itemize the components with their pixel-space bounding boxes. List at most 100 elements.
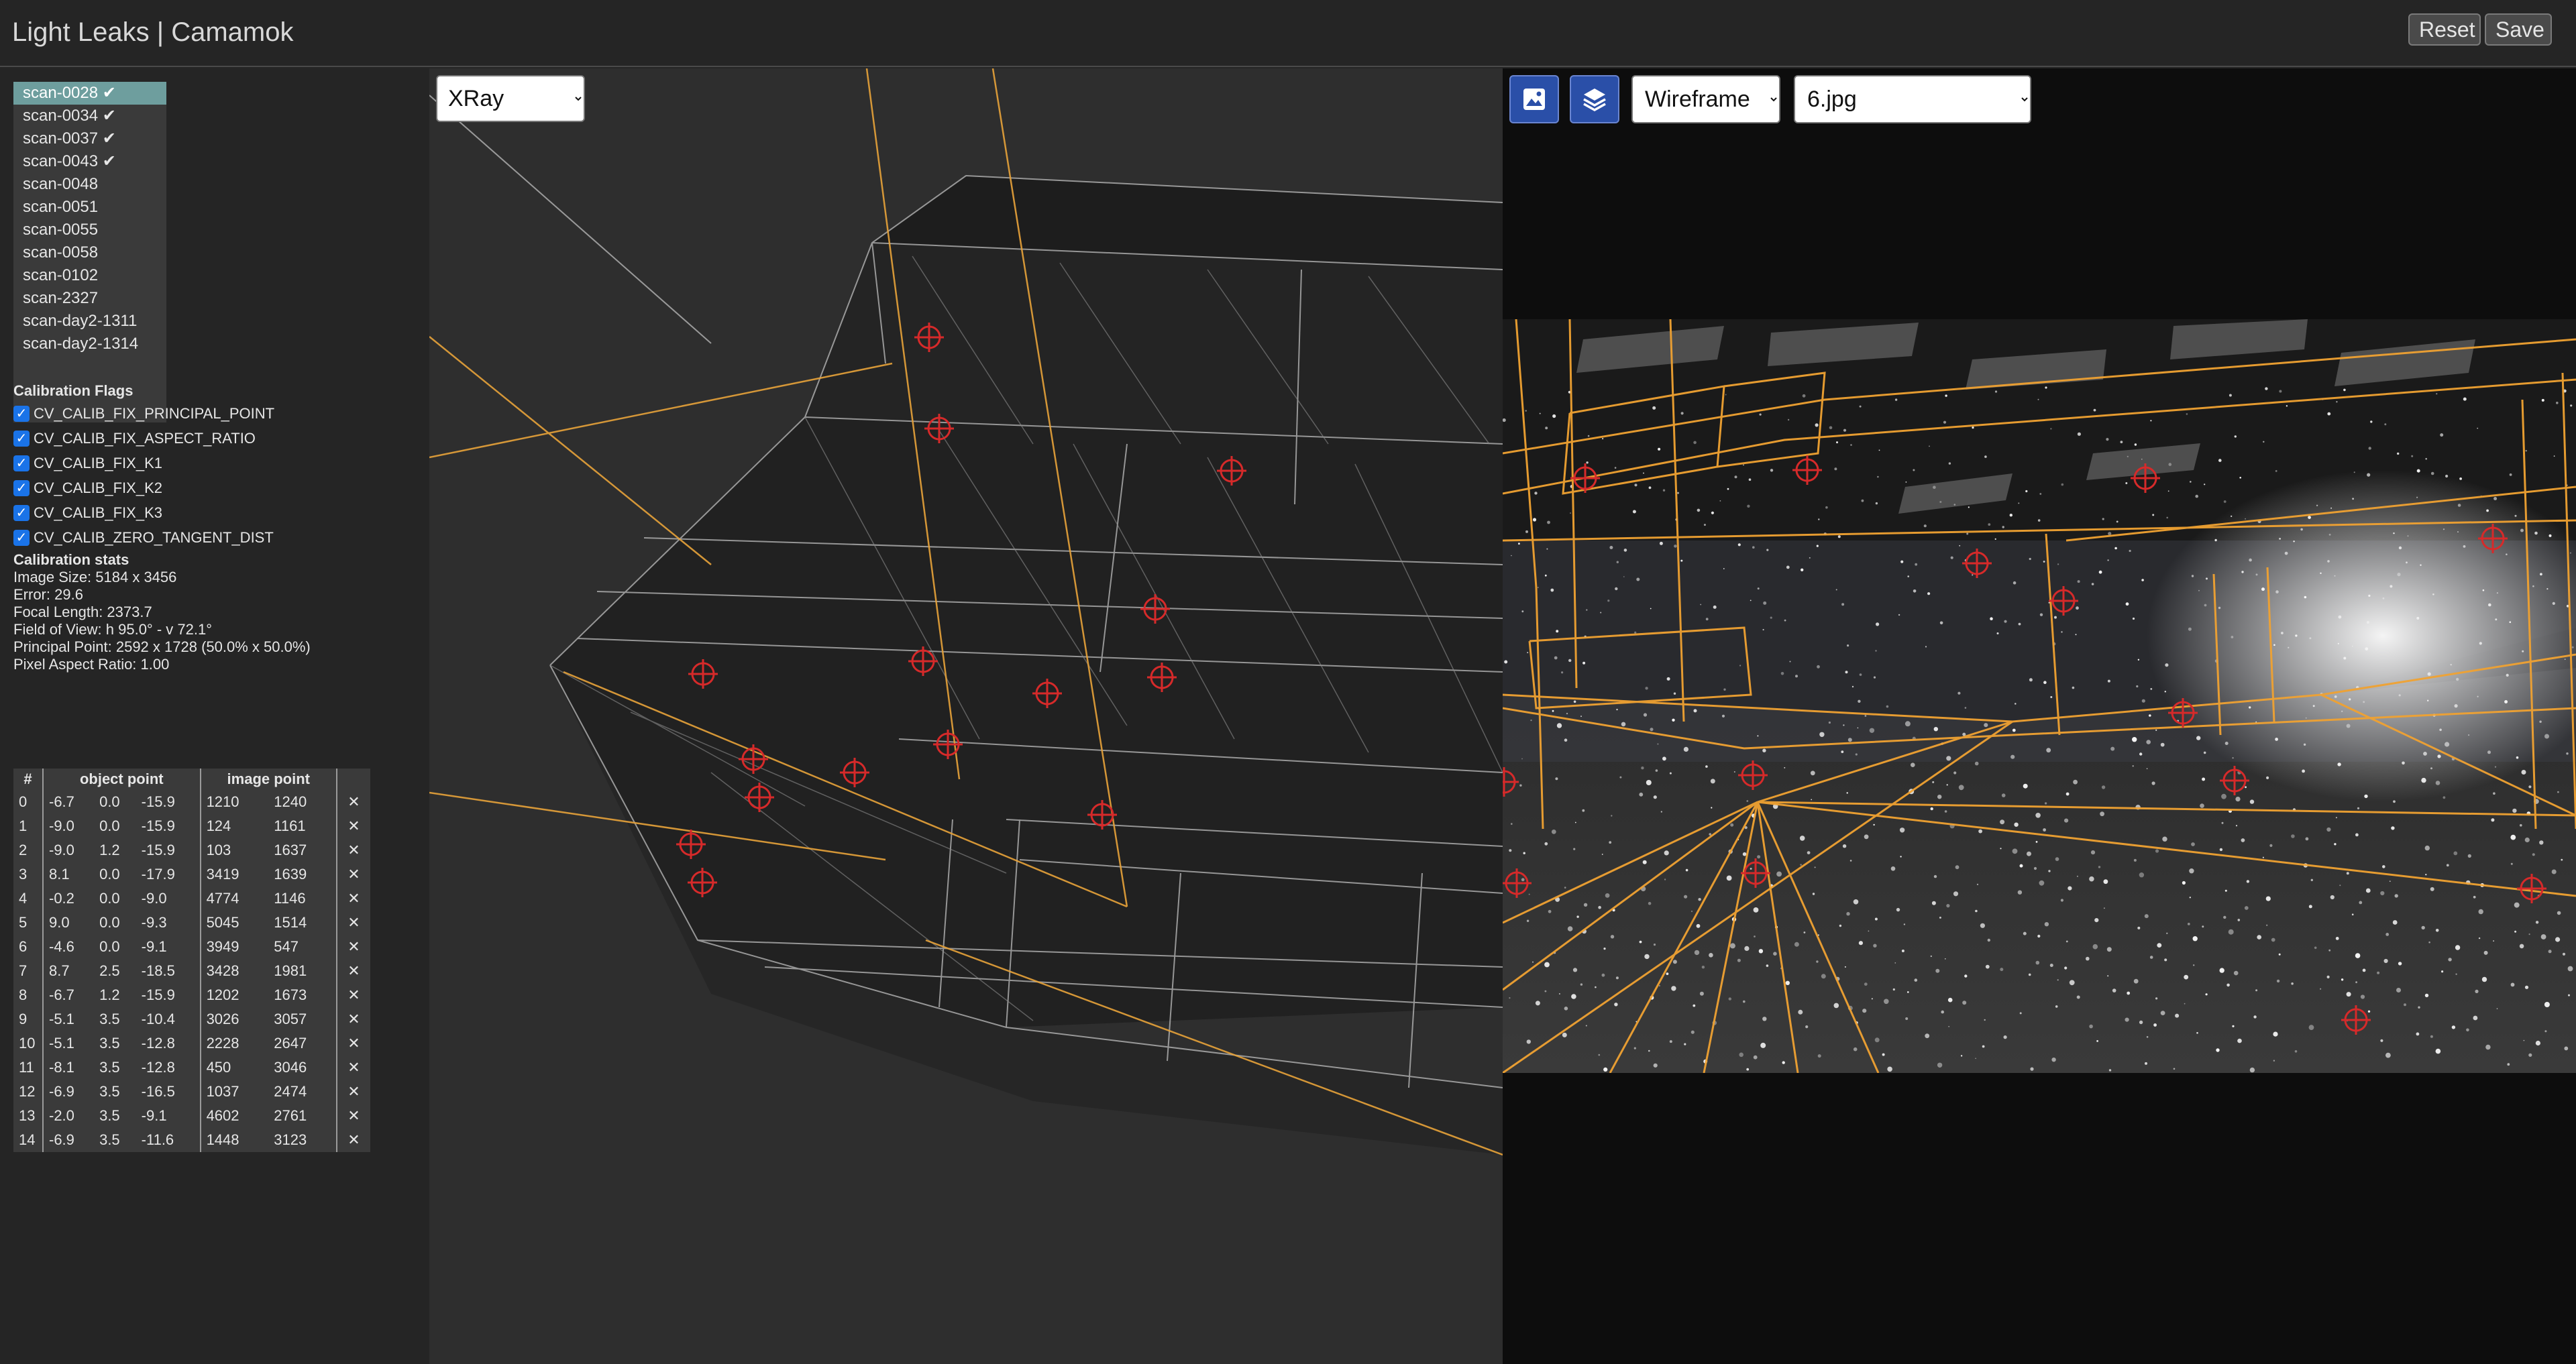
cell-i: 7 [19, 962, 28, 979]
save-button[interactable]: Save [2485, 13, 2552, 46]
view-mode-select[interactable]: XRay [436, 75, 585, 122]
cell-oy: 3.5 [99, 1083, 120, 1100]
image-viewport[interactable]: Wireframe 6.jpg [1503, 68, 2576, 1364]
delete-point-button[interactable]: ✕ [336, 1128, 370, 1152]
scan-list-item[interactable]: scan-0037 ✔ [13, 127, 166, 150]
delete-point-button[interactable]: ✕ [336, 935, 370, 959]
delete-point-button[interactable]: ✕ [336, 814, 370, 838]
scan-list-item[interactable]: scan-2327 [13, 287, 166, 310]
calibration-flag-row[interactable]: ✓ CV_CALIB_FIX_ASPECT_RATIO [13, 426, 274, 451]
calibration-flag-row[interactable]: ✓ CV_CALIB_FIX_K1 [13, 451, 274, 475]
calibration-flag-row[interactable]: ✓ CV_CALIB_FIX_K3 [13, 500, 274, 525]
cell-ox: 8.7 [42, 959, 95, 983]
cell-ox: 8.1 [42, 862, 95, 887]
cell-oy: 0.0 [99, 866, 120, 883]
delete-point-button[interactable]: ✕ [336, 983, 370, 1007]
cell-ox: 9.0 [42, 911, 95, 935]
wireframe-model[interactable] [429, 68, 1503, 1364]
cell-oz: -9.3 [141, 914, 167, 931]
image-select[interactable]: 6.jpg [1794, 75, 2031, 123]
cell-oy: 0.0 [99, 793, 120, 810]
cell-oz: -9.1 [141, 938, 167, 955]
cell-i: 9 [19, 1011, 28, 1027]
model-viewport[interactable]: XRay [429, 68, 1503, 1364]
cell-i: 6 [19, 938, 28, 955]
cell-ox: -8.1 [42, 1056, 95, 1080]
delete-point-button[interactable]: ✕ [336, 1031, 370, 1056]
cell-ox: -9.0 [42, 814, 95, 838]
layers-toggle-button[interactable] [1570, 75, 1619, 123]
calibration-flag-row[interactable]: ✓ CV_CALIB_FIX_PRINCIPAL_POINT [13, 401, 274, 426]
delete-point-button[interactable]: ✕ [336, 838, 370, 862]
reset-button[interactable]: Reset [2408, 13, 2481, 46]
table-row: 1 -9.0 0.0 -15.9 124 1161 ✕ [13, 814, 370, 838]
delete-point-button[interactable]: ✕ [336, 1007, 370, 1031]
layers-icon [1583, 89, 1606, 112]
cell-ox: -0.2 [42, 887, 95, 911]
flag-checkbox[interactable]: ✓ [13, 479, 30, 496]
scan-list-item[interactable]: scan-0102 [13, 264, 166, 287]
delete-point-button[interactable]: ✕ [336, 790, 370, 814]
cell-oy: 0.0 [99, 938, 120, 955]
cell-oz: -11.6 [141, 1131, 174, 1148]
cell-oy: 1.2 [99, 842, 120, 858]
flag-label: CV_CALIB_FIX_PRINCIPAL_POINT [34, 404, 275, 422]
scan-list[interactable]: scan-0028 ✔ scan-0034 ✔ scan-0037 ✔ scan-00… [13, 82, 166, 422]
cell-ox: -5.1 [42, 1031, 95, 1056]
delete-point-button[interactable]: ✕ [336, 959, 370, 983]
flag-checkbox[interactable]: ✓ [13, 529, 30, 546]
cell-iy: 1146 [274, 890, 306, 907]
table-row: 12 -6.9 3.5 -16.5 1037 2474 ✕ [13, 1080, 370, 1104]
cell-i: 13 [19, 1107, 36, 1124]
scan-list-item[interactable]: scan-0051 [13, 196, 166, 219]
points-table: # object point image point 0 -6.7 0.0 -15.9… [13, 769, 370, 1152]
scan-list-item[interactable]: scan-0048 [13, 173, 166, 196]
flag-label: CV_CALIB_FIX_K2 [34, 479, 162, 496]
cell-oz: -15.9 [141, 817, 175, 834]
scan-list-item[interactable]: scan-0043 ✔ [13, 150, 166, 173]
object-point-header: object point [42, 769, 201, 790]
scan-list-item[interactable]: scan-day2-1311 [13, 310, 166, 333]
flag-checkbox[interactable]: ✓ [13, 430, 30, 447]
delete-point-button[interactable]: ✕ [336, 1104, 370, 1128]
calibration-stat-line: Error: 29.6 [13, 586, 83, 603]
table-row: 14 -6.9 3.5 -11.6 1448 3123 ✕ [13, 1128, 370, 1152]
cell-iy: 1240 [274, 793, 307, 810]
cell-i: 0 [19, 793, 28, 810]
calibration-flag-row[interactable]: ✓ CV_CALIB_FIX_K2 [13, 475, 274, 500]
cell-oz: -16.5 [141, 1083, 175, 1100]
render-mode-select[interactable]: Wireframe [1631, 75, 1780, 123]
image-point-header: image point [199, 769, 337, 790]
flag-checkbox[interactable]: ✓ [13, 504, 30, 521]
cell-iy: 1637 [274, 842, 307, 858]
calibration-stat-line: Field of View: h 95.0° - v 72.1° [13, 621, 213, 638]
cell-oz: -10.4 [141, 1011, 175, 1027]
scan-list-item[interactable]: scan-0034 ✔ [13, 105, 166, 127]
scan-list-item[interactable]: scan-0058 [13, 241, 166, 264]
scan-list-item[interactable]: scan-day2-1314 [13, 333, 166, 355]
cell-oz: -12.8 [141, 1035, 175, 1052]
calibration-flag-row[interactable]: ✓ CV_CALIB_ZERO_TANGENT_DIST [13, 525, 274, 550]
cell-oz: -17.9 [141, 866, 175, 883]
flag-checkbox[interactable]: ✓ [13, 455, 30, 471]
cell-ox: -6.7 [42, 790, 95, 814]
flag-checkbox[interactable]: ✓ [13, 405, 30, 422]
delete-point-button[interactable]: ✕ [336, 1080, 370, 1104]
cell-iy: 547 [274, 938, 299, 955]
calibration-photo[interactable] [1503, 319, 2576, 1073]
scan-list-item[interactable]: scan-0028 ✔ [13, 82, 166, 105]
delete-point-button[interactable]: ✕ [336, 1056, 370, 1080]
delete-point-button[interactable]: ✕ [336, 911, 370, 935]
image-toggle-button[interactable] [1509, 75, 1559, 123]
cell-ix: 4602 [199, 1104, 269, 1128]
cell-oz: -15.9 [141, 793, 175, 810]
app-header: Light Leaks | Camamok Reset Save [0, 0, 2576, 67]
delete-header [336, 769, 370, 790]
delete-point-button[interactable]: ✕ [336, 862, 370, 887]
table-row: 8 -6.7 1.2 -15.9 1202 1673 ✕ [13, 983, 370, 1007]
cell-oy: 0.0 [99, 890, 120, 907]
scan-list-item[interactable]: scan-0055 [13, 219, 166, 241]
cell-ix: 5045 [199, 911, 269, 935]
delete-point-button[interactable]: ✕ [336, 887, 370, 911]
cell-ox: -6.7 [42, 983, 95, 1007]
